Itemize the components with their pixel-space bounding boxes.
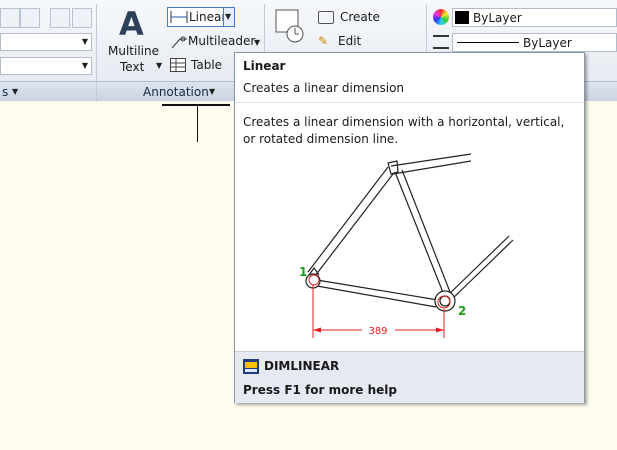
table-icon [170, 58, 186, 72]
linetype-icon[interactable] [433, 35, 449, 49]
edit-block-button[interactable]: ✎ Edit [318, 34, 361, 48]
linetype-sample [457, 42, 519, 43]
dimlinear-command-icon [243, 359, 259, 374]
multiline-text-button[interactable]: A Multiline Text ▼ [105, 5, 163, 79]
color-value: ByLayer [473, 11, 522, 25]
create-block-icon [318, 11, 334, 24]
chevron-down-icon: ▼ [209, 87, 216, 96]
layer-icon-4[interactable] [72, 8, 92, 28]
multiline-text-icon: A [119, 5, 144, 43]
linear-dimension-icon [170, 11, 188, 23]
insert-block-icon[interactable] [273, 8, 307, 44]
linear-label: Linear [189, 10, 227, 24]
crosshair-horizontal [162, 104, 230, 106]
layers-panel-label: s [2, 85, 9, 99]
arrowhead-right [436, 327, 444, 333]
multileader-icon [171, 36, 187, 49]
edit-block-icon: ✎ [318, 34, 329, 48]
linetype-value: ByLayer [523, 36, 572, 50]
edit-label: Edit [338, 34, 362, 48]
color-swatch [455, 11, 469, 24]
multiline-text-label-1: Multiline [108, 44, 159, 58]
chevron-down-icon: ▼ [156, 61, 163, 70]
table-button[interactable]: Table [170, 57, 230, 75]
chevron-down-icon: ▼ [225, 12, 232, 21]
create-block-button[interactable]: Create [318, 10, 380, 24]
point-1-label: 1 [299, 265, 307, 279]
point-2-label: 2 [458, 304, 466, 318]
crosshair-vertical [197, 104, 198, 142]
layer-icon-1[interactable] [0, 8, 20, 28]
arrowhead-left [313, 327, 321, 333]
layer-combo-2[interactable]: ▼ [0, 57, 92, 75]
linear-dropdown[interactable]: ▼ [223, 8, 234, 26]
layer-icon-3[interactable] [50, 8, 70, 28]
annotation-panel-label: Annotation [143, 85, 209, 99]
layers-panel-strip[interactable]: s ▼ [0, 81, 96, 101]
color-wheel-icon[interactable] [433, 9, 449, 25]
create-label: Create [340, 10, 380, 24]
chevron-down-icon: ▼ [81, 37, 88, 46]
tooltip-footer: DIMLINEAR Press F1 for more help [235, 351, 584, 403]
linear-tooltip: Linear Creates a linear dimension Create… [234, 52, 585, 403]
chevron-down-icon: ▼ [12, 87, 19, 96]
linear-button[interactable]: Linear ▼ [167, 7, 235, 27]
tooltip-help-text: Press F1 for more help [243, 383, 397, 397]
linetype-combo[interactable]: ByLayer [452, 33, 617, 52]
chevron-down-icon: ▼ [81, 61, 88, 70]
dimension-value: 389 [368, 326, 387, 337]
bicycle-frame [305, 153, 514, 312]
multileader-button[interactable]: Multileader ▼ [170, 33, 266, 51]
layer-icon-2[interactable] [20, 8, 40, 28]
multiline-text-label-2: Text [120, 60, 145, 74]
tooltip-command: DIMLINEAR [264, 359, 340, 373]
multileader-label: Multileader [188, 34, 256, 48]
table-label: Table [191, 58, 223, 72]
color-combo[interactable]: ByLayer [452, 8, 617, 27]
tooltip-illustration: 389 1 2 [299, 153, 514, 338]
layer-combo-1[interactable]: ▼ [0, 33, 92, 51]
chevron-down-icon: ▼ [254, 38, 261, 47]
